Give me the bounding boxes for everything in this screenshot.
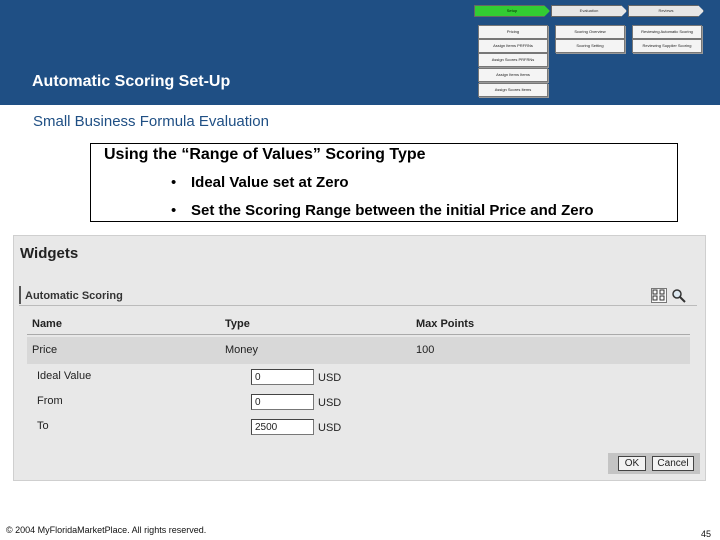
page-number: 45 (701, 529, 712, 539)
row-max-points-cell: 100 (416, 344, 435, 356)
page-title: Widgets (20, 245, 79, 262)
bullet-text: Set the Scoring Range between the initia… (191, 202, 594, 219)
pricing-view-icon-glyph (652, 289, 665, 301)
step-assign-items-items: Assign Items Items (478, 68, 548, 82)
ideal-value-unit: USD (318, 372, 342, 384)
from-input[interactable] (251, 394, 314, 410)
ideal-value-label: Ideal Value (37, 370, 92, 382)
pricing-view-icon[interactable] (651, 288, 667, 303)
ok-button[interactable]: OK (618, 456, 646, 471)
column-header-max-points: Max Points (416, 318, 475, 330)
to-label: To (37, 420, 49, 432)
from-label: From (37, 395, 63, 407)
section-accent (19, 286, 21, 304)
table-row (27, 337, 690, 364)
from-unit: USD (318, 397, 342, 409)
column-header-name: Name (32, 318, 62, 330)
info-box: Using the “Range of Values” Scoring Type… (90, 143, 678, 222)
to-unit: USD (318, 422, 342, 434)
row-type-cell: Money (225, 344, 259, 356)
section-header: Automatic Scoring (19, 286, 697, 306)
info-heading: Using the “Range of Values” Scoring Type (104, 146, 426, 163)
section-title: Automatic Scoring (25, 290, 123, 302)
step-assign-scores-prfrns: Assign Scores PRFRNs (478, 53, 548, 67)
bullet-glyph: • (171, 202, 177, 219)
magnifier-icon[interactable] (671, 288, 687, 303)
step-scoring-overview: Scoring Overview (555, 25, 625, 39)
cancel-button[interactable]: Cancel (652, 456, 694, 471)
bullet-glyph: • (171, 174, 177, 191)
step-scoring-setting: Scoring Setting (555, 39, 625, 53)
bullet-item: • Ideal Value set at Zero (171, 174, 349, 191)
header-band: Automatic Scoring Set-Up Setup Evaluatio… (0, 0, 720, 105)
stage-setup: Setup (474, 5, 550, 17)
copyright-notice: © 2004 MyFloridaMarketPlace. All rights … (6, 525, 207, 535)
slide-title: Automatic Scoring Set-Up (32, 73, 231, 90)
to-input[interactable] (251, 419, 314, 435)
button-bar: OK Cancel (608, 453, 700, 474)
row-name-cell: Price (32, 344, 58, 356)
step-pricing: Pricing (478, 25, 548, 39)
section-divider (19, 305, 697, 306)
magnifier-icon-glyph (672, 289, 686, 303)
step-assign-items-prfrns: Assign Items PRFRNs (478, 39, 548, 53)
stage-reviews: Reviews (628, 5, 704, 17)
slide-subtitle: Small Business Formula Evaluation (33, 113, 269, 130)
ideal-value-input[interactable] (251, 369, 314, 385)
step-assign-scores-items: Assign Scores Items (478, 83, 548, 97)
column-header-type: Type (225, 318, 250, 330)
stage-evaluation: Evaluation (551, 5, 627, 17)
step-reviewing-automatic-scoring: Reviewing Automatic Scoring (632, 25, 702, 39)
table-header-divider (27, 334, 690, 335)
app-screenshot-panel: Widgets Automatic Scoring Name Type Max … (13, 235, 706, 481)
bullet-item: • Set the Scoring Range between the initi… (171, 202, 594, 219)
step-reviewing-supplier-scoring: Reviewing Supplier Scoring (632, 39, 702, 53)
bullet-text: Ideal Value set at Zero (191, 174, 349, 191)
